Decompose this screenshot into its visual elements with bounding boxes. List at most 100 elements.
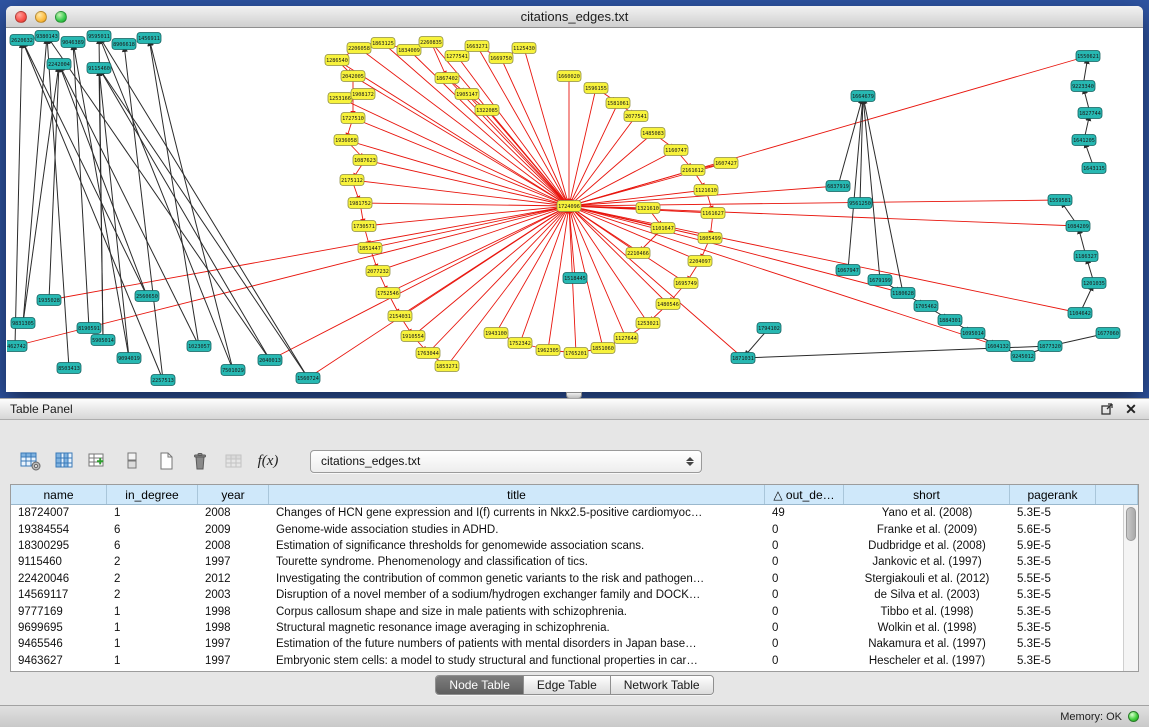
graph-edge[interactable] [47,36,270,360]
graph-edge[interactable] [487,110,569,206]
column-header[interactable]: in_degree [107,485,198,504]
graph-node[interactable]: 1910554 [401,331,425,342]
graph-node[interactable]: 6837919 [826,181,850,192]
column-header[interactable]: pagerank [1010,485,1096,504]
network-table-selector[interactable]: citations_edges.txt [310,450,702,473]
graph-node[interactable]: 2620632 [10,35,34,46]
graph-node[interactable]: 1727510 [341,113,365,124]
graph-node[interactable]: 1607427 [714,158,738,169]
graph-edge[interactable] [569,206,998,346]
graph-node[interactable]: 2242004 [47,59,71,70]
graph-edge[interactable] [360,203,569,206]
graph-node[interactable]: 1851447 [358,243,382,254]
graph-edge[interactable] [569,103,618,206]
graph-node[interactable]: 1730571 [352,221,376,232]
table-row[interactable]: 911546021997Tourette syndrome. Phenomeno… [11,554,1138,570]
table-row[interactable]: 946362711997Embryonic stem cells: a mode… [11,653,1138,669]
column-header[interactable]: title [269,485,765,504]
graph-node[interactable]: 2560650 [135,291,159,302]
column-header[interactable]: year [198,485,269,504]
graph-node[interactable]: 2175112 [340,175,364,186]
graph-edge[interactable] [124,44,163,380]
graph-edge[interactable] [383,43,569,206]
graph-node[interactable]: 1480546 [656,299,680,310]
graph-node[interactable]: 1286540 [325,55,349,66]
tab-node-table[interactable]: Node Table [436,676,524,694]
graph-node[interactable]: 1253021 [636,318,660,329]
graph-node[interactable]: 2077232 [366,266,390,277]
table-row[interactable]: 2242004622012Investigating the contribut… [11,571,1138,587]
graph-node[interactable]: 1752342 [508,338,532,349]
graph-edge[interactable] [569,206,668,304]
graph-node[interactable]: 1962305 [536,345,560,356]
graph-node[interactable]: 9046389 [61,37,85,48]
graph-node[interactable]: 1765201 [564,348,588,359]
graph-node[interactable]: 1180628 [891,288,915,299]
graph-node[interactable]: 1581061 [606,98,630,109]
graph-node[interactable]: 1905147 [455,89,479,100]
graph-node[interactable]: 1550621 [1076,51,1100,62]
tab-edge-table[interactable]: Edge Table [524,676,611,694]
graph-node[interactable]: 1087623 [353,155,377,166]
graph-node[interactable]: 2204097 [688,256,712,267]
graph-edge[interactable] [569,206,1080,313]
graph-node[interactable]: 1705462 [914,301,938,312]
table-row[interactable]: 1938455462009Genome-wide association stu… [11,521,1138,537]
table-scrollbar[interactable] [1123,505,1138,671]
graph-node[interactable]: 8906618 [112,39,136,50]
graph-edge[interactable] [340,98,569,206]
close-panel-icon[interactable]: ✕ [1123,401,1139,417]
graph-node[interactable]: 1981752 [348,198,372,209]
delete-button[interactable] [186,448,214,474]
graph-edge[interactable] [59,64,199,346]
graph-node[interactable]: 2257513 [151,375,175,386]
graph-node[interactable]: 1664679 [851,91,875,102]
graph-node[interactable]: 1161627 [701,208,725,219]
graph-node[interactable]: 1660020 [557,71,581,82]
graph-node[interactable]: 1794102 [757,323,781,334]
graph-node[interactable]: 1604132 [986,341,1010,352]
graph-edge[interactable] [569,150,676,206]
graph-node[interactable]: 1908172 [351,89,375,100]
graph-node[interactable]: 2161612 [681,165,705,176]
graph-edge[interactable] [59,64,147,296]
table-row[interactable]: 946554611997Estimation of the future num… [11,636,1138,652]
graph-node[interactable]: 1456911 [137,33,161,44]
create-column-button[interactable] [84,448,112,474]
graph-node[interactable]: 1485083 [641,128,665,139]
graph-node[interactable]: 1884301 [938,315,962,326]
graph-node[interactable]: 1322085 [475,105,499,116]
zoom-window-button[interactable] [55,11,67,23]
graph-node[interactable]: 1724096 [557,201,581,212]
graph-node[interactable]: 1643115 [1082,163,1106,174]
table-row[interactable]: 1872400712008Changes of HCN gene express… [11,505,1138,521]
graph-node[interactable]: 1104642 [1068,308,1092,319]
graph-node[interactable]: 1851060 [591,343,615,354]
window-titlebar[interactable]: citations_edges.txt [6,6,1143,28]
graph-node[interactable]: 1763044 [416,348,440,359]
column-header[interactable]: name [11,485,107,504]
graph-node[interactable]: 2040013 [258,355,282,366]
graph-node[interactable]: 1679199 [868,275,892,286]
tab-network-table[interactable]: Network Table [611,676,713,694]
graph-node[interactable]: 2042005 [341,71,365,82]
graph-node[interactable]: 9561250 [848,198,872,209]
column-header[interactable]: short [844,485,1010,504]
graph-node[interactable]: 2206058 [347,43,371,54]
graph-node[interactable]: 1559581 [1048,195,1072,206]
table-row[interactable]: 1830029562008Estimation of significance … [11,538,1138,554]
graph-edge[interactable] [863,96,880,280]
graph-node[interactable]: 9115460 [87,63,111,74]
graph-node[interactable]: 1101647 [651,223,675,234]
network-graph[interactable]: 2620632938014390463899595011890661814569… [7,28,1142,391]
graph-node[interactable]: 1936058 [334,135,358,146]
graph-edge[interactable] [863,96,903,293]
graph-node[interactable]: 2260835 [419,37,443,48]
graph-node[interactable]: 1641205 [1072,135,1096,146]
graph-node[interactable]: 1518445 [563,273,587,284]
table-mode-button[interactable] [16,448,44,474]
graph-node[interactable]: 1871031 [731,353,755,364]
graph-edge[interactable] [370,206,569,248]
close-window-button[interactable] [15,11,27,23]
graph-node[interactable]: 1853271 [435,361,459,372]
